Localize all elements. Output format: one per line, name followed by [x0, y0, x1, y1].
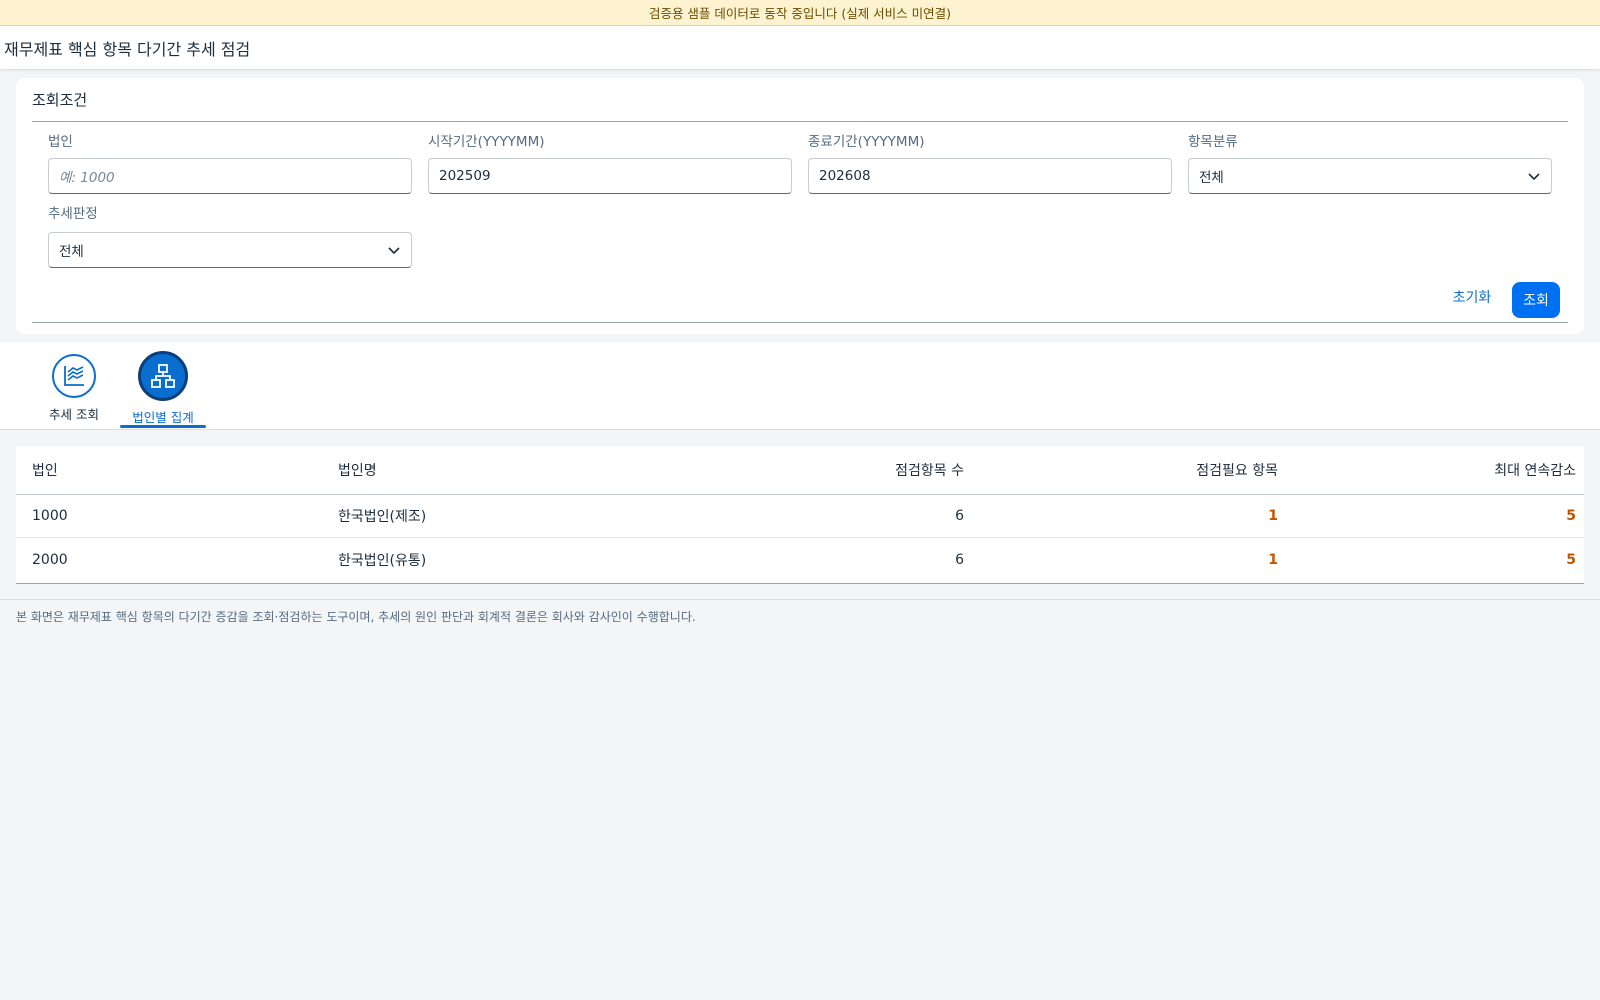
start-period-input[interactable]: 202509 — [428, 158, 792, 194]
tab-trend-query-label: 추세 조회 — [49, 407, 99, 422]
disclaimer-text: 본 화면은 재무제표 핵심 항목의 다기간 증감을 조회·점검하는 도구이며, … — [16, 610, 696, 624]
search-button[interactable]: 조회 — [1512, 282, 1560, 318]
filter-panel: 조회조건 법인 예: 1000 시작기간(YYYYMM) 202509 종료기간… — [16, 78, 1584, 334]
column-header-check-items: 점검항목 수 — [895, 463, 964, 479]
start-period-value: 202509 — [439, 168, 491, 184]
chevron-down-icon — [1528, 173, 1540, 181]
entity-summary-table: 법인 법인명 점검항목 수 점검필요 항목 최대 연속감소 1000 한국법인(… — [16, 446, 1584, 584]
table-row[interactable]: 2000 한국법인(유통) 6 1 5 — [16, 538, 1584, 581]
tab-entity-summary[interactable]: 법인별 집계 — [132, 351, 194, 426]
column-header-need-check: 점검필요 항목 — [1196, 463, 1278, 479]
search-button-label: 조회 — [1523, 293, 1549, 309]
page-header: 재무제표 핵심 항목 다기간 추세 점검 — [0, 26, 1600, 69]
filter-header: 조회조건 — [32, 78, 1568, 122]
cell-max-decrease: 5 — [1566, 508, 1576, 524]
reset-button-label: 초기화 — [1452, 290, 1492, 306]
sample-data-banner: 검증용 샘플 데이터로 동작 중입니다 (실제 서비스 미연결) — [0, 0, 1600, 26]
category-select[interactable]: 전체 — [1188, 158, 1552, 194]
cell-entity-name: 한국법인(제조) — [338, 509, 427, 525]
filter-divider — [32, 322, 1568, 323]
category-value: 전체 — [1199, 170, 1224, 186]
start-period-label: 시작기간(YYYYMM) — [428, 134, 545, 150]
page-title: 재무제표 핵심 항목 다기간 추세 점검 — [4, 39, 251, 59]
line-chart-icon — [52, 354, 96, 398]
category-label: 항목분류 — [1188, 134, 1238, 150]
entity-input[interactable]: 예: 1000 — [48, 158, 412, 194]
tab-entity-summary-label: 법인별 집계 — [132, 410, 194, 425]
table-header: 법인 법인명 점검항목 수 점검필요 항목 최대 연속감소 — [16, 446, 1584, 495]
org-hierarchy-icon — [138, 351, 188, 401]
active-tab-indicator — [120, 425, 206, 428]
table-row[interactable]: 1000 한국법인(제조) 6 1 5 — [16, 495, 1584, 538]
cell-check-items: 6 — [955, 508, 964, 524]
cell-entity: 1000 — [32, 508, 68, 524]
cell-entity-name: 한국법인(유통) — [338, 552, 427, 569]
entity-label: 법인 — [48, 134, 73, 150]
end-period-value: 202608 — [819, 168, 871, 184]
reset-button[interactable]: 초기화 — [1440, 282, 1504, 312]
filter-header-title: 조회조건 — [32, 91, 88, 109]
banner-text: 검증용 샘플 데이터로 동작 중입니다 (실제 서비스 미연결) — [648, 6, 952, 21]
trend-judgement-select[interactable]: 전체 — [48, 232, 412, 268]
cell-entity: 2000 — [32, 551, 68, 568]
chevron-down-icon — [388, 247, 400, 255]
end-period-input[interactable]: 202608 — [808, 158, 1172, 194]
end-period-label: 종료기간(YYYYMM) — [808, 134, 925, 150]
cell-check-items: 6 — [955, 551, 964, 568]
trend-judgement-value: 전체 — [59, 244, 84, 260]
column-header-max-decrease: 최대 연속감소 — [1494, 463, 1576, 479]
cell-need-check: 1 — [1268, 551, 1278, 568]
column-header-entity: 법인 — [32, 463, 58, 479]
footer-divider — [0, 599, 1600, 600]
entity-placeholder: 예: 1000 — [59, 170, 115, 186]
tab-trend-query[interactable]: 추세 조회 — [49, 354, 99, 423]
column-header-entity-name: 법인명 — [338, 463, 377, 479]
trend-judgement-label: 추세판정 — [48, 206, 98, 222]
cell-need-check: 1 — [1268, 508, 1278, 524]
icon-tab-bar: 추세 조회 법인별 집계 — [0, 342, 1600, 430]
cell-max-decrease: 5 — [1566, 551, 1576, 568]
